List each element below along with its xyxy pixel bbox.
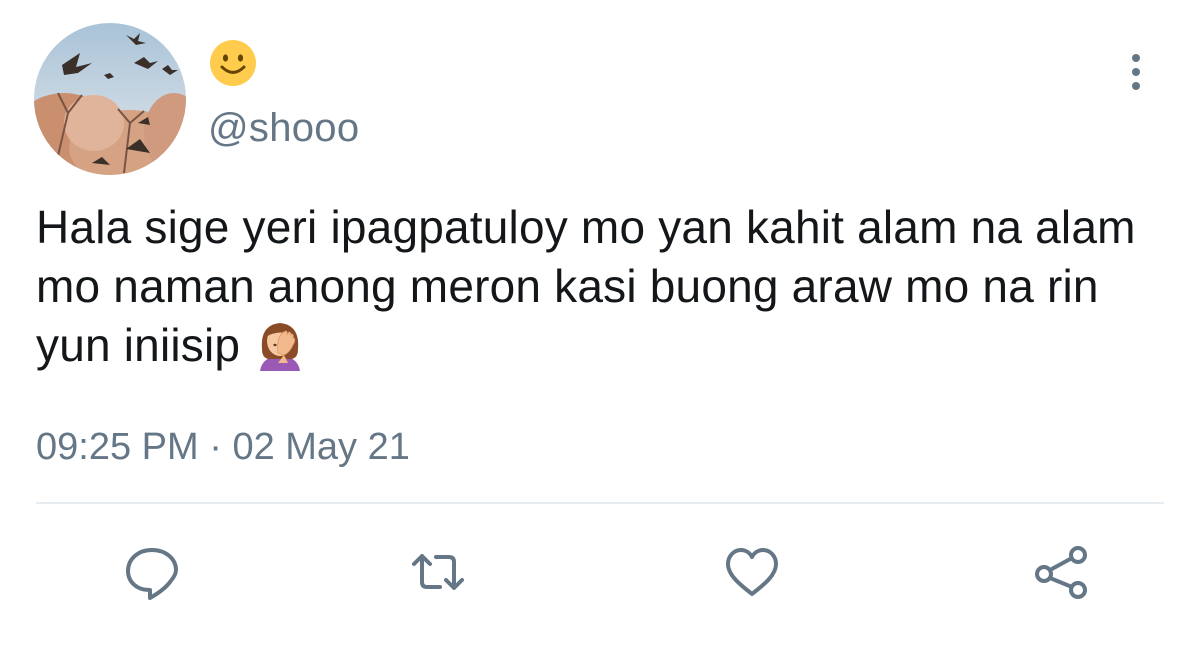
more-vertical-icon xyxy=(1132,54,1140,90)
tweet-card: @shooo Hala sige yeri ipagpatuloy mo yan… xyxy=(0,0,1200,662)
share-button[interactable] xyxy=(1030,540,1094,604)
user-handle[interactable]: @shooo xyxy=(208,104,359,152)
tweet-text: Hala sige yeri ipagpatuloy mo yan kahit … xyxy=(36,198,1166,375)
person-facepalming-icon xyxy=(254,319,306,371)
retweet-icon xyxy=(412,554,464,590)
retweet-button[interactable] xyxy=(406,540,470,604)
reply-icon xyxy=(126,548,178,600)
tweet-date: 02 May 21 xyxy=(232,426,410,468)
tweet-time: 09:25 PM xyxy=(36,426,199,468)
like-button[interactable] xyxy=(720,540,784,604)
display-name-emoji xyxy=(208,38,258,88)
tweet-text-content: Hala sige yeri ipagpatuloy mo yan kahit … xyxy=(36,201,1136,371)
avatar[interactable] xyxy=(34,23,186,175)
slightly-smiling-face-icon xyxy=(210,40,256,86)
meta-separator: · xyxy=(198,426,233,468)
divider xyxy=(36,502,1164,504)
tweet-timestamp: 09:25 PM · 02 May 21 xyxy=(36,424,410,470)
reply-button[interactable] xyxy=(120,540,184,604)
share-icon xyxy=(1035,546,1087,599)
heart-icon xyxy=(726,548,778,596)
avatar-image xyxy=(34,23,186,175)
more-options-button[interactable] xyxy=(1118,50,1154,94)
